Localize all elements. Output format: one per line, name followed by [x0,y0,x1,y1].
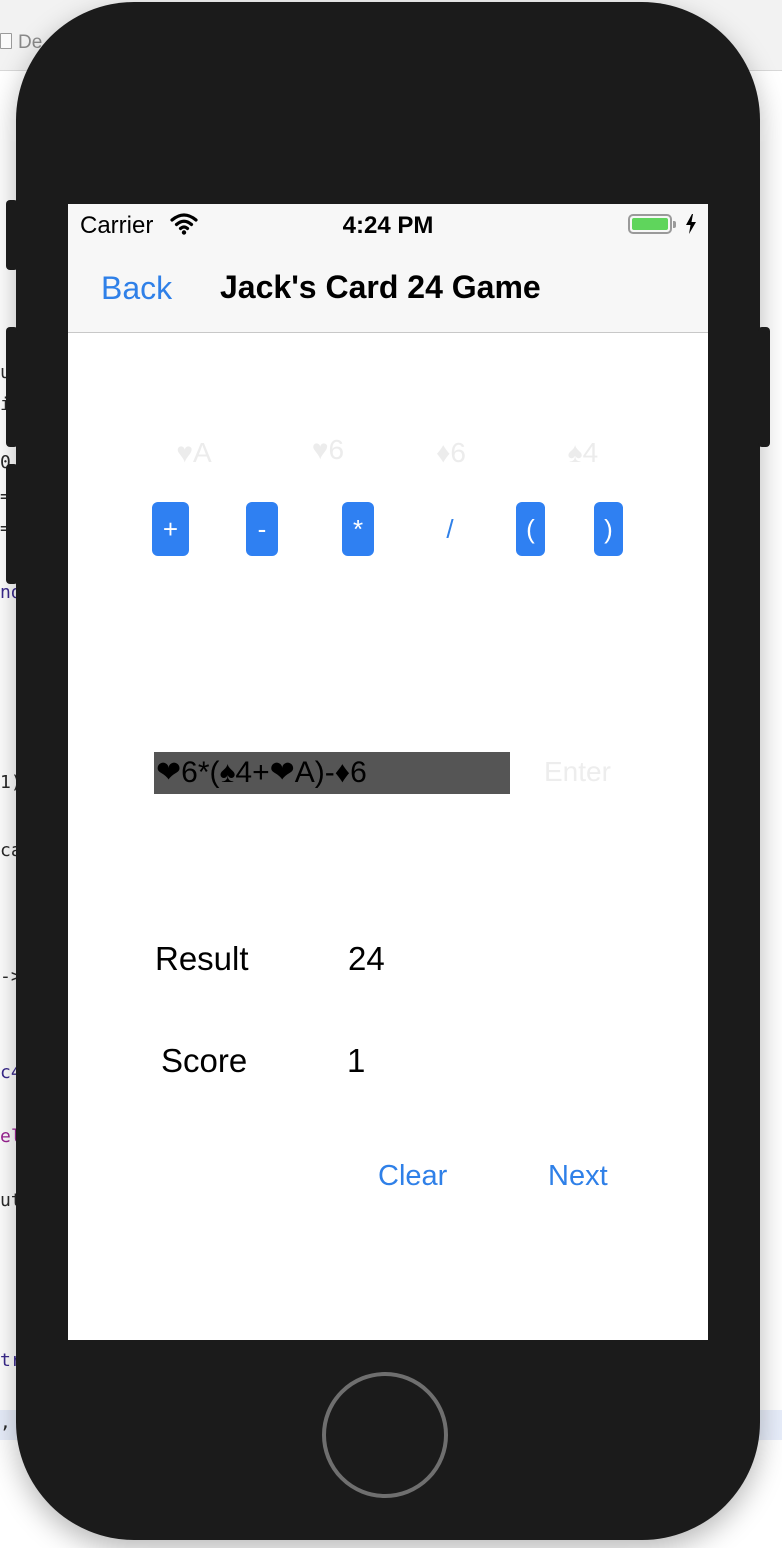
score-value: 1 [347,1042,366,1079]
navigation-bar: Carrier 4:24 PM Back Jack's Card 24 Game [68,204,708,333]
enter-button[interactable]: Enter [544,756,611,788]
clear-button[interactable]: Clear [378,1160,447,1193]
battery-terminal [673,221,676,228]
status-time: 4:24 PM [342,212,434,239]
charging-bolt-icon [686,214,696,234]
mute-switch [6,200,18,270]
card-button-heart-ace[interactable]: ♥A [159,437,229,469]
document-icon [0,33,12,49]
card-button-heart-six[interactable]: ♥6 [293,434,363,466]
back-button[interactable]: Back [101,270,172,307]
home-button[interactable] [322,1372,448,1498]
result-label: Result [155,940,249,977]
plus-button[interactable]: + [152,502,189,556]
divide-button[interactable]: / [436,502,464,556]
multiply-button[interactable]: * [342,502,374,556]
score-label: Score [161,1042,248,1079]
minus-button[interactable]: - [246,502,278,556]
editor-tab[interactable]: De [0,32,42,54]
battery-icon [628,214,676,234]
battery-level [632,218,668,230]
close-paren-button[interactable]: ) [594,502,623,556]
volume-down-button [6,464,18,584]
open-paren-button[interactable]: ( [516,502,545,556]
page-title: Jack's Card 24 Game [220,269,541,305]
app-screen: Carrier 4:24 PM Back Jack's Card 24 Game… [68,204,708,1340]
code-fragment: , [0,1412,11,1433]
next-button[interactable]: Next [548,1160,608,1193]
card-button-diamond-six[interactable]: ♦6 [416,437,486,469]
card-button-spade-four[interactable]: ♠4 [548,437,618,469]
expression-field[interactable]: ❤6*(♠4+❤A)-♦6 [154,752,510,794]
result-value: 24 [348,940,385,977]
power-button [758,327,770,447]
volume-up-button [6,327,18,447]
